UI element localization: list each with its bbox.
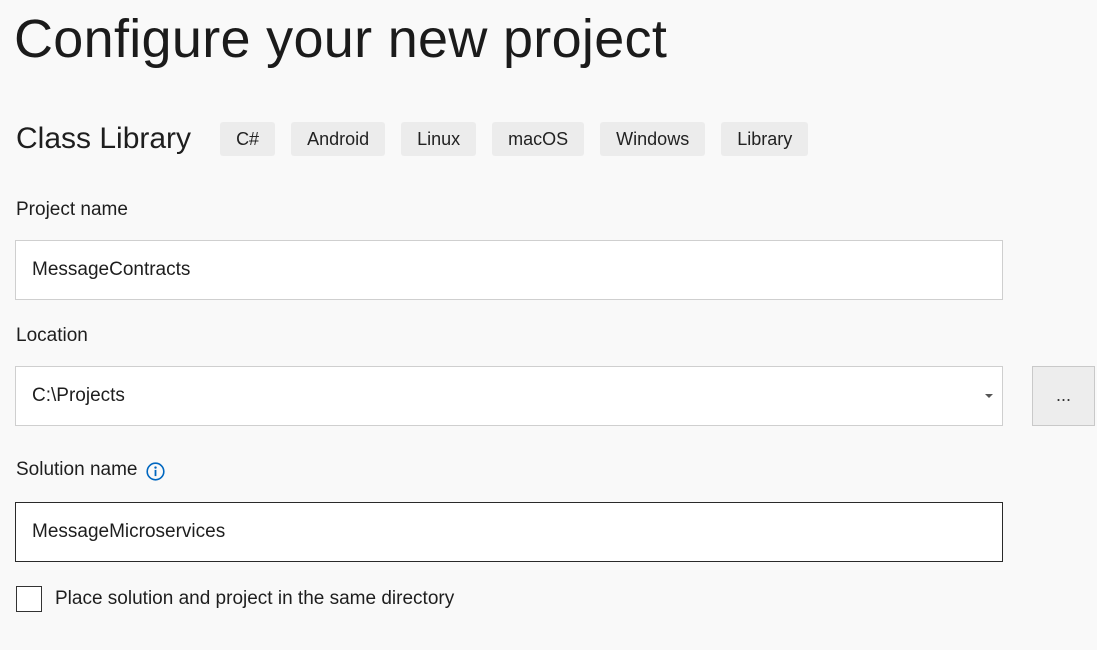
solution-name-value: MessageMicroservices: [32, 521, 226, 542]
project-name-label: Project name: [16, 197, 128, 223]
tag-linux: Linux: [401, 122, 477, 156]
location-label: Location: [16, 323, 88, 349]
project-name-label-text: Project name: [16, 199, 128, 220]
solution-name-label: Solution name: [16, 457, 166, 483]
location-value: C:\Projects: [32, 385, 125, 406]
tag-csharp: C#: [220, 122, 276, 156]
template-tags: C# Android Linux macOS Windows Library: [220, 122, 809, 156]
template-name: Class Library: [16, 122, 192, 155]
page-title: Configure your new project: [14, 9, 668, 69]
project-name-value: MessageContracts: [32, 259, 191, 280]
location-combobox[interactable]: C:\Projects: [15, 366, 1003, 426]
same-directory-checkbox[interactable]: [16, 586, 42, 612]
solution-name-label-text: Solution name: [16, 459, 138, 480]
info-icon[interactable]: [146, 461, 166, 481]
same-directory-label[interactable]: Place solution and project in the same d…: [55, 586, 454, 612]
template-header: Class Library C# Android Linux macOS Win…: [16, 118, 809, 160]
same-directory-option[interactable]: Place solution and project in the same d…: [16, 586, 454, 612]
project-name-input[interactable]: MessageContracts: [15, 240, 1003, 300]
tag-macos: macOS: [492, 122, 585, 156]
tag-windows: Windows: [600, 122, 706, 156]
browse-location-button[interactable]: ...: [1032, 366, 1095, 426]
solution-name-input[interactable]: MessageMicroservices: [15, 502, 1003, 562]
chevron-down-icon[interactable]: [985, 394, 993, 398]
tag-android: Android: [291, 122, 386, 156]
tag-library: Library: [721, 122, 809, 156]
location-label-text: Location: [16, 325, 88, 346]
